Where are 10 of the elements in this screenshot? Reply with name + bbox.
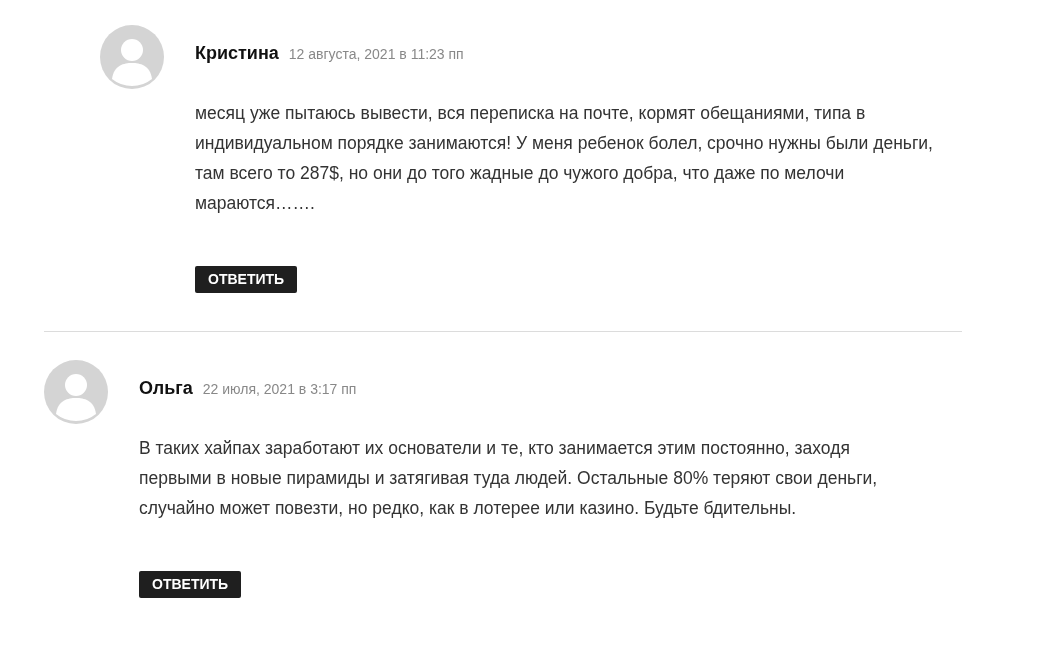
comment-text: В таких хайпах заработают их основатели и те, кто занимается этим постоянно, заходя первыми в новые пирамиды и затягивая туда людей. Остальные 80% теряют свои деньги, случайно может повезти, но редко, как в лотерее или казино. Будьте бдительны. (139, 437, 879, 520)
reply-button[interactable]: ОТВЕТИТЬ (195, 266, 298, 293)
reply-button[interactable]: ОТВЕТИТЬ (139, 571, 242, 598)
avatar-icon (100, 25, 164, 89)
author-name: Кристина (195, 42, 279, 65)
avatar-icon (44, 360, 108, 424)
comment-date[interactable]: 22 июля, 2021 в 3:17 пп (202, 379, 357, 400)
comment-text: месяц уже пытаюсь вывести, вся переписка на почте, кормят обещаниями, типа в индивидуальном порядке занимаются! У меня ребенок болел, срочно нужны были деньги, там всего то 287$, но они до того жадные до чужого добра, что даже по мелочи мараются……. (195, 102, 934, 215)
comment-date[interactable]: 12 августа, 2021 в 11:23 пп (288, 44, 464, 65)
author-name: Ольга (139, 377, 193, 400)
